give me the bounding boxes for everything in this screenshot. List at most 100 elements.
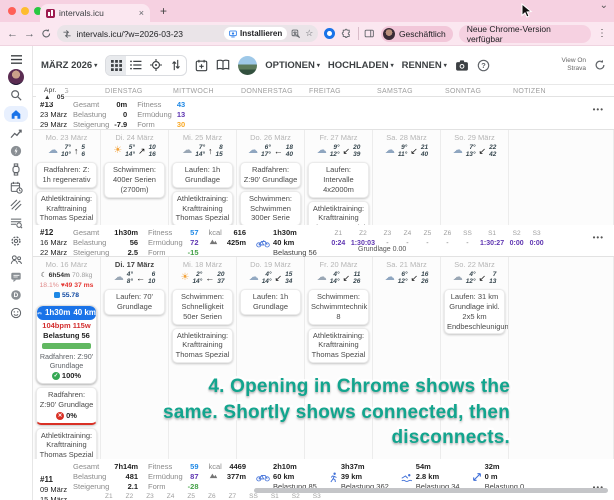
races-menu[interactable]: RENNEN▾ xyxy=(402,60,447,71)
workout-card[interactable]: Athletiktraining: Krafttraining Thomas S… xyxy=(172,191,233,225)
add-event-icon[interactable] xyxy=(195,59,208,72)
workout-card[interactable]: Laufen: 31 km Grundlage inkl. 2x5 km End… xyxy=(444,289,505,334)
help-icon[interactable]: ? xyxy=(477,59,490,72)
up-triangle-icon[interactable]: ▲ xyxy=(40,91,51,101)
profile-avatar xyxy=(383,28,395,40)
wind-arrow-icon: ↑ xyxy=(208,147,213,156)
horizontal-scrollbar[interactable] xyxy=(254,488,608,493)
compare-view-button[interactable] xyxy=(166,56,186,75)
groups-icon[interactable] xyxy=(4,252,28,266)
day-cell[interactable]: Mi. 25 März ☁7°14°↑815 Laufen: 1h Grundl… xyxy=(169,130,237,225)
workout-card[interactable]: Schwimmen: Schwimmtechnik 8 xyxy=(308,289,369,324)
chat-icon[interactable] xyxy=(4,270,28,284)
options-menu[interactable]: OPTIONEN▾ xyxy=(265,60,320,71)
weather-icon: ☁ xyxy=(114,273,124,283)
side-panel-icon[interactable] xyxy=(364,28,374,39)
compliance-bar xyxy=(42,343,91,349)
activities-icon[interactable] xyxy=(4,198,28,212)
new-tab-button[interactable]: + xyxy=(160,4,167,18)
weather: ☁9°11°↙2140 xyxy=(373,143,440,159)
workout-card[interactable]: Laufen: 1h Grundlage xyxy=(240,289,301,315)
weather-icon: ☁ xyxy=(453,146,463,156)
chrome-update-button[interactable]: Neue Chrome-Version verfügbar xyxy=(459,25,591,43)
grid-view-button[interactable] xyxy=(106,56,126,75)
menu-icon[interactable] xyxy=(4,52,28,66)
workout-card[interactable]: Athletiktraining: Krafttraining Thomas S… xyxy=(308,201,369,225)
calendar-plan-icon[interactable] xyxy=(4,180,28,194)
reload-button[interactable] xyxy=(41,28,51,39)
week-menu-icon[interactable]: ••• xyxy=(593,105,604,114)
upload-menu[interactable]: HOCHLADEN▾ xyxy=(328,60,394,71)
notes-cell[interactable] xyxy=(509,257,614,459)
find-activities-icon[interactable] xyxy=(4,216,28,230)
workout-card[interactable]: Radfahren: Z:90' Grundlage xyxy=(240,162,301,188)
day-cell[interactable]: Fr. 27 März ☁9°12°↙2039 Laufen: Interval… xyxy=(305,130,373,225)
completed-activity-card[interactable]: 1h30m40 km 104bpm 115w Belastung 56 Radf… xyxy=(36,305,97,385)
notes-cell[interactable] xyxy=(509,130,614,225)
bookmark-star-icon[interactable]: ☆ xyxy=(305,28,313,39)
window-controls[interactable] xyxy=(8,7,42,15)
day-cell[interactable]: So. 29 März ☁7°13°↙2242 xyxy=(441,130,509,225)
zone-note: Grundlage 0.00 xyxy=(358,246,406,253)
week-fitness: Fitness43 Ermüdung13 Form30 xyxy=(137,100,185,130)
workout-card[interactable]: Laufen: 70' Grundlage xyxy=(104,289,165,315)
week-menu-icon[interactable]: ••• xyxy=(593,233,604,242)
translate-icon[interactable] xyxy=(291,29,301,39)
tab-close-icon[interactable]: × xyxy=(139,8,144,18)
view-on-strava-link[interactable]: View OnStrava xyxy=(562,57,586,73)
discord-icon[interactable]: D xyxy=(4,288,28,302)
week-fitness: Fitness59 Ermüdung87 Form-28 xyxy=(148,462,198,492)
browser-menu-icon[interactable]: ⋮ xyxy=(597,28,607,39)
day-cell[interactable]: Mo. 23 März ☁7°10°↑56 Radfahren: Z: 1h r… xyxy=(33,130,101,225)
wellness-block[interactable]: ☾ 6h54m 70.8kg 18.1% ♥49 37 ms 55.78 xyxy=(33,270,100,302)
month-marker: Apr.▲ 05 xyxy=(36,85,65,102)
window-chevron-icon[interactable]: ⌄ xyxy=(600,0,608,11)
weekday-saturday: SAMSTAG xyxy=(373,85,441,96)
day-cell[interactable]: Mo. 16 März ☾ 6h54m 70.8kg 18.1% ♥49 37 … xyxy=(33,257,101,459)
camera-icon[interactable] xyxy=(455,60,469,71)
workout-card[interactable]: Laufen: 1h Grundlage xyxy=(172,162,233,188)
list-view-button[interactable] xyxy=(126,56,146,75)
settings-gear-icon[interactable] xyxy=(4,234,28,248)
minimize-window-button[interactable] xyxy=(21,7,29,15)
workout-card[interactable]: Athletiktraining: Krafttraining Thomas S… xyxy=(36,428,97,459)
home-icon[interactable] xyxy=(4,106,28,122)
workout-card[interactable]: Schwimmen: 400er Serien (2700m) xyxy=(104,162,165,197)
day-cell[interactable]: Sa. 28 März ☁9°11°↙2140 xyxy=(373,130,441,225)
power-icon[interactable] xyxy=(4,144,28,158)
day-cell[interactable]: Do. 26 März ☁6°17°←1840 Radfahren: Z:90'… xyxy=(237,130,305,225)
close-window-button[interactable] xyxy=(8,7,16,15)
workout-card[interactable]: Athletiktraining: Krafttraining Thomas S… xyxy=(172,328,233,363)
workout-card[interactable]: Radfahren: Z:90' Grundlage ✕0% xyxy=(36,387,97,424)
day-cell[interactable]: Di. 24 März ☀5°14°↗1016 Schwimmen: 400er… xyxy=(101,130,169,225)
install-button[interactable]: Installieren xyxy=(224,27,287,40)
address-bar[interactable]: intervals.icu/?w=2026-03-23 Installieren… xyxy=(57,25,318,42)
feedback-smiley-icon[interactable] xyxy=(4,306,28,320)
month-selector[interactable]: MÄRZ 2026▾ xyxy=(41,60,97,71)
forward-button[interactable]: → xyxy=(24,28,35,40)
fitness-chart-icon[interactable] xyxy=(4,126,28,140)
week-fitness: Fitness57 Ermüdung72 Form-15 xyxy=(148,228,198,258)
extensions-icon[interactable] xyxy=(341,28,351,39)
watch-icon[interactable] xyxy=(4,162,28,176)
password-manager-icon[interactable] xyxy=(324,28,335,39)
profile-chip[interactable]: Geschäftlich xyxy=(381,26,453,42)
site-info-icon[interactable] xyxy=(62,29,72,39)
user-avatar[interactable] xyxy=(4,70,28,84)
journal-icon[interactable] xyxy=(216,59,230,71)
back-button[interactable]: ← xyxy=(7,28,18,40)
url-text[interactable]: intervals.icu/?w=2026-03-23 xyxy=(76,29,183,39)
workout-card[interactable]: Schwimmen: Schwimmen 300er Serie xyxy=(240,191,301,225)
browser-tab[interactable]: intervals.icu × xyxy=(40,4,150,22)
refresh-icon[interactable] xyxy=(594,59,606,71)
view-switcher xyxy=(105,55,187,76)
athlete-avatar[interactable] xyxy=(238,56,257,75)
search-icon[interactable] xyxy=(4,88,28,102)
workout-card[interactable]: Athletiktraining: Krafttraining Thomas S… xyxy=(36,191,97,225)
workout-card[interactable]: Schwimmen: Schnelligkeit 50er Serien xyxy=(172,289,233,324)
week-13-row: Mo. 23 März ☁7°10°↑56 Radfahren: Z: 1h r… xyxy=(33,130,614,225)
workout-card[interactable]: Laufen: Intervalle 4x2000m xyxy=(308,162,369,197)
target-view-button[interactable] xyxy=(146,56,166,75)
workout-card[interactable]: Athletiktraining: Krafttraining Thomas S… xyxy=(308,328,369,363)
workout-card[interactable]: Radfahren: Z: 1h regenerativ xyxy=(36,162,97,188)
